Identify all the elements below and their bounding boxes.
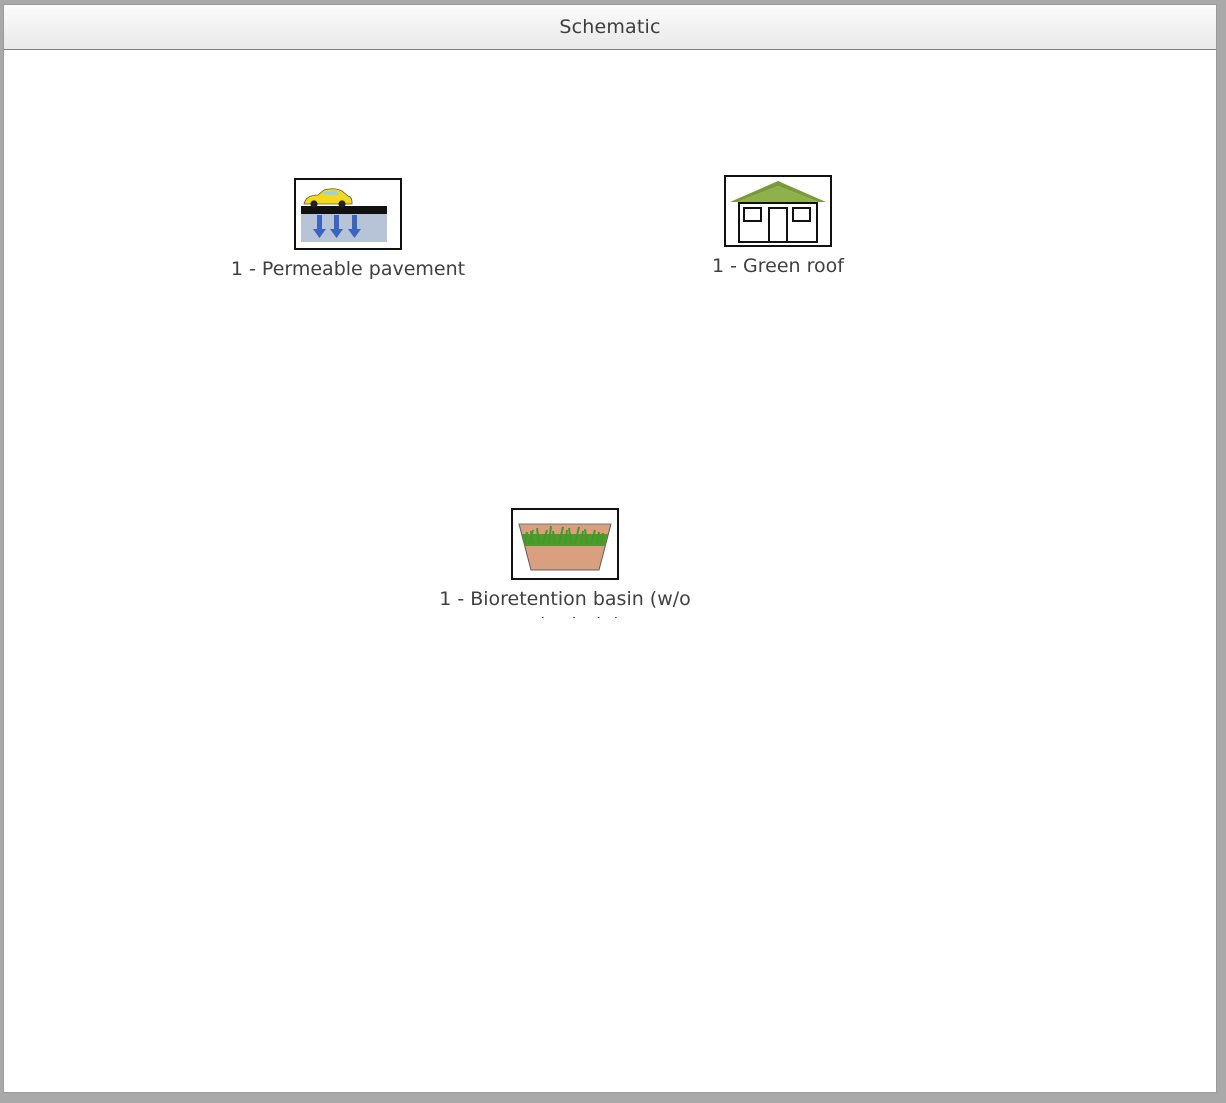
green-roof-icon[interactable] <box>724 175 832 247</box>
panel-title: Schematic <box>559 16 661 38</box>
schematic-panel: Schematic 1 - Permeable pavement 1 - Gre… <box>3 4 1217 1093</box>
node-label: 1 - Green roof <box>712 255 844 277</box>
node-green-roof[interactable]: 1 - Green roof <box>658 175 898 279</box>
panel-header: Schematic <box>4 5 1216 50</box>
node-label: 1 - Bioretention basin (w/o underdrain) <box>439 588 691 618</box>
schematic-canvas[interactable]: 1 - Permeable pavement 1 - Green roof 1 … <box>4 50 1216 1092</box>
node-bioretention-basin[interactable]: 1 - Bioretention basin (w/o underdrain) <box>425 508 705 618</box>
node-permeable-pavement[interactable]: 1 - Permeable pavement <box>228 178 468 282</box>
node-label: 1 - Permeable pavement <box>230 258 466 280</box>
bioretention-basin-icon[interactable] <box>511 508 619 580</box>
permeable-pavement-icon[interactable] <box>294 178 402 250</box>
